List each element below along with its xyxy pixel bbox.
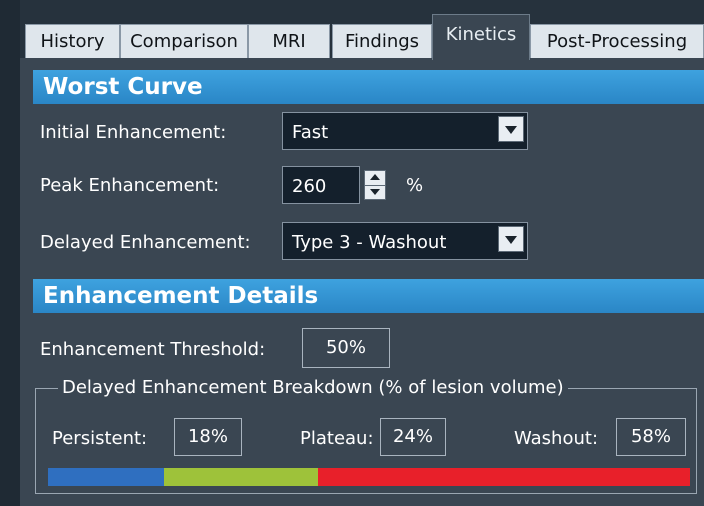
delayed-enhancement-select[interactable]: Type 3 - Washout xyxy=(282,222,528,260)
initial-enhancement-value: Fast xyxy=(292,122,329,143)
peak-unit-label: % xyxy=(406,175,424,196)
worst-curve-header: Worst Curve xyxy=(33,70,704,104)
chevron-down-icon[interactable] xyxy=(498,116,524,142)
delayed-enhancement-value: Type 3 - Washout xyxy=(292,232,447,253)
washout-value: 58% xyxy=(616,418,686,456)
tab-kinetics[interactable]: Kinetics xyxy=(432,14,530,60)
plateau-value: 24% xyxy=(380,418,446,456)
plateau-label: Plateau: xyxy=(300,428,374,449)
peak-enhancement-value: 260 xyxy=(292,176,327,197)
tab-post-processing[interactable]: Post-Processing xyxy=(530,24,704,58)
persistent-label: Persistent: xyxy=(52,428,148,449)
washout-label: Washout: xyxy=(514,428,599,449)
enhancement-threshold-value: 50% xyxy=(302,328,390,368)
delayed-enhancement-label: Delayed Enhancement: xyxy=(40,232,251,253)
breakdown-segment-persistent xyxy=(48,468,164,486)
peak-enhancement-input[interactable]: 260 xyxy=(282,166,360,204)
tab-history[interactable]: History xyxy=(25,24,120,58)
chevron-down-icon[interactable] xyxy=(498,226,524,252)
kinetics-panel: Worst Curve Initial Enhancement: Fast Pe… xyxy=(20,58,704,506)
breakdown-segment-plateau xyxy=(164,468,318,486)
tab-mri[interactable]: MRI xyxy=(248,24,330,58)
peak-enhancement-label: Peak Enhancement: xyxy=(40,175,220,196)
breakdown-segment-washout xyxy=(318,468,690,486)
persistent-value: 18% xyxy=(174,418,242,456)
enhancement-threshold-label: Enhancement Threshold: xyxy=(40,339,266,360)
peak-enhancement-spinner[interactable] xyxy=(364,170,386,200)
initial-enhancement-select[interactable]: Fast xyxy=(282,112,528,150)
kinetics-window: History Comparison MRI Findings Kinetics… xyxy=(0,0,704,506)
initial-enhancement-label: Initial Enhancement: xyxy=(40,122,227,143)
enhancement-details-header: Enhancement Details xyxy=(33,279,704,313)
tab-bar: History Comparison MRI Findings Kinetics… xyxy=(20,0,704,60)
delayed-breakdown-title: Delayed Enhancement Breakdown (% of lesi… xyxy=(58,377,568,398)
tab-comparison[interactable]: Comparison xyxy=(120,24,248,58)
left-border xyxy=(0,0,20,506)
spin-down-icon[interactable] xyxy=(365,185,385,199)
spin-up-icon[interactable] xyxy=(365,171,385,186)
tab-findings[interactable]: Findings xyxy=(332,24,432,58)
